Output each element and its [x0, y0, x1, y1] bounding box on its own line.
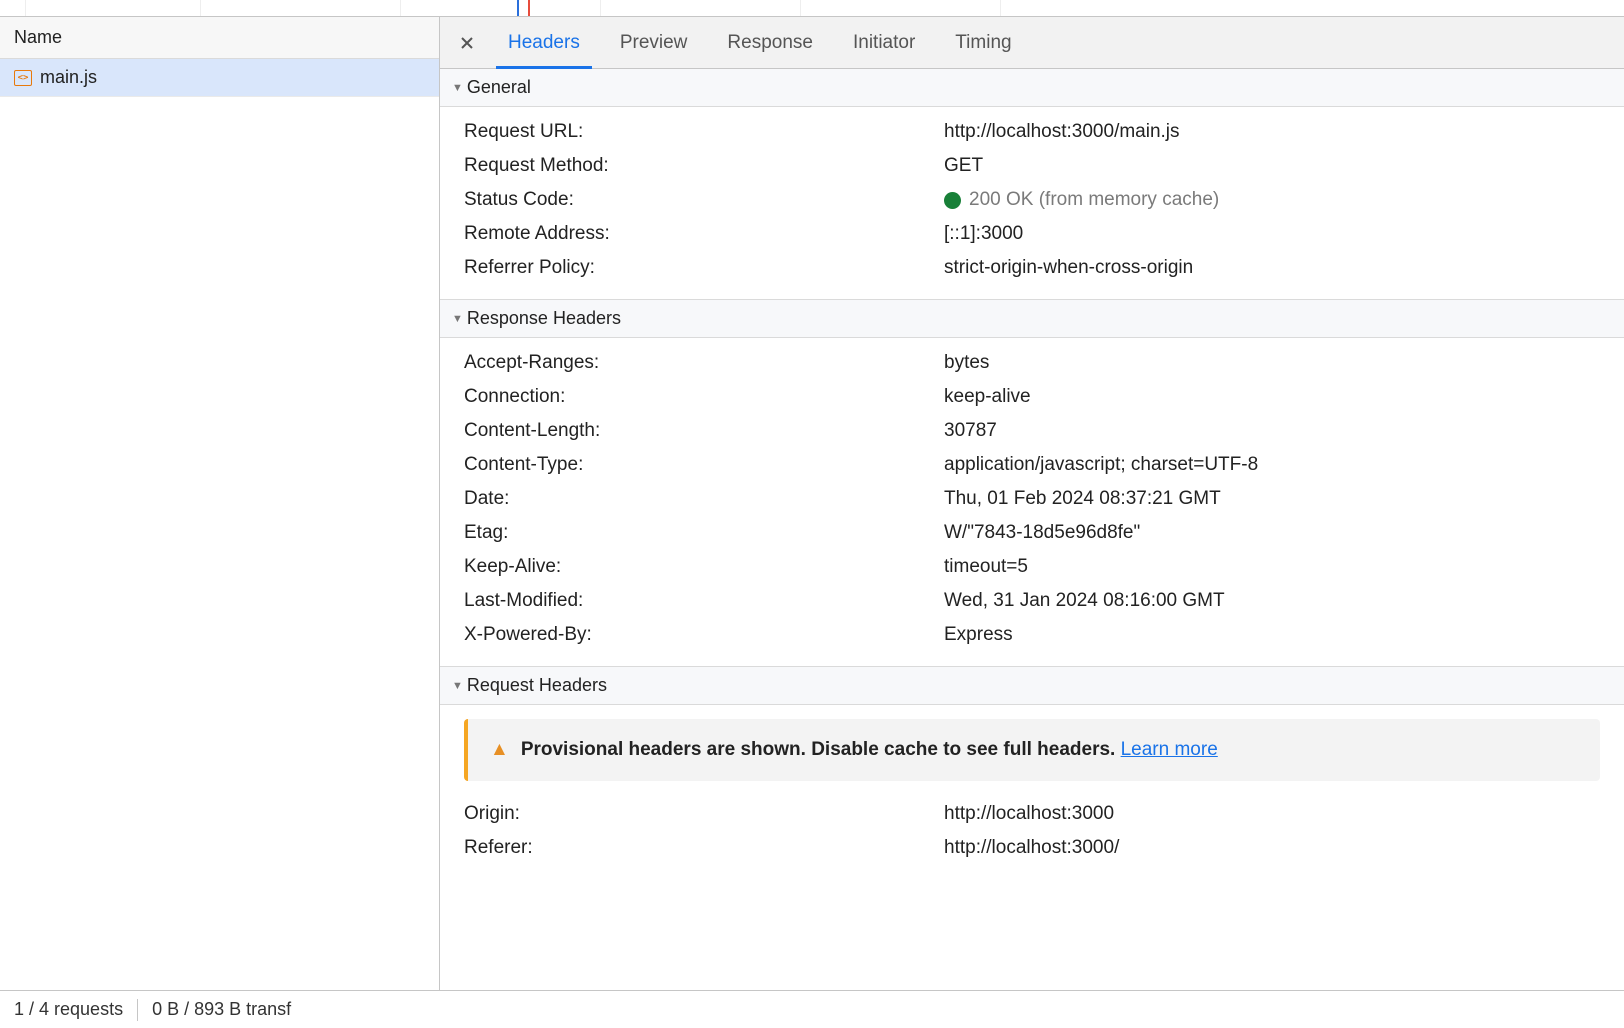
label-last-modified: Last-Modified: — [464, 590, 944, 612]
row-x-powered-by: X-Powered-By: Express — [440, 618, 1624, 652]
close-detail-button[interactable] — [446, 17, 488, 68]
value-keep-alive: timeout=5 — [944, 556, 1624, 578]
label-content-type: Content-Type: — [464, 454, 944, 476]
section-title-request-headers: Request Headers — [467, 675, 607, 696]
label-connection: Connection: — [464, 386, 944, 408]
request-detail-panel: Headers Preview Response Initiator Timin… — [440, 17, 1624, 990]
status-transfer-size: 0 B / 893 B transf — [152, 999, 291, 1020]
row-etag: Etag: W/"7843-18d5e96d8fe" — [440, 516, 1624, 550]
js-file-icon: <> — [14, 70, 32, 86]
value-last-modified: Wed, 31 Jan 2024 08:16:00 GMT — [944, 590, 1624, 612]
status-requests-count: 1 / 4 requests — [14, 999, 123, 1020]
row-remote-address: Remote Address: [::1]:3000 — [440, 217, 1624, 251]
row-keep-alive: Keep-Alive: timeout=5 — [440, 550, 1624, 584]
label-content-length: Content-Length: — [464, 420, 944, 442]
request-list: <> main.js — [0, 59, 439, 990]
request-row-filename: main.js — [40, 67, 97, 88]
request-list-panel: Name <> main.js — [0, 17, 440, 990]
value-origin: http://localhost:3000 — [944, 803, 1624, 825]
detail-tabbar: Headers Preview Response Initiator Timin… — [440, 17, 1624, 69]
disclosure-triangle-icon: ▼ — [452, 82, 463, 94]
warning-text: Provisional headers are shown. Disable c… — [521, 739, 1116, 760]
label-origin: Origin: — [464, 803, 944, 825]
label-accept-ranges: Accept-Ranges: — [464, 352, 944, 374]
headers-content: ▼ General Request URL: http://localhost:… — [440, 69, 1624, 990]
row-accept-ranges: Accept-Ranges: bytes — [440, 346, 1624, 380]
row-connection: Connection: keep-alive — [440, 380, 1624, 414]
row-status-code: Status Code: 200 OK (from memory cache) — [440, 183, 1624, 217]
label-status-code: Status Code: — [464, 189, 944, 211]
timeline-overview[interactable] — [0, 0, 1624, 17]
disclosure-triangle-icon: ▼ — [452, 680, 463, 692]
section-toggle-response-headers[interactable]: ▼ Response Headers — [440, 299, 1624, 338]
label-date: Date: — [464, 488, 944, 510]
row-content-length: Content-Length: 30787 — [440, 414, 1624, 448]
value-referrer-policy: strict-origin-when-cross-origin — [944, 257, 1624, 279]
disclosure-triangle-icon: ▼ — [452, 313, 463, 325]
value-content-length: 30787 — [944, 420, 1624, 442]
close-icon — [459, 35, 475, 51]
status-bar: 1 / 4 requests 0 B / 893 B transf — [0, 990, 1624, 1028]
status-code-text: 200 OK (from memory cache) — [969, 189, 1219, 211]
label-request-url: Request URL: — [464, 121, 944, 143]
label-referrer-policy: Referrer Policy: — [464, 257, 944, 279]
row-last-modified: Last-Modified: Wed, 31 Jan 2024 08:16:00… — [440, 584, 1624, 618]
value-etag: W/"7843-18d5e96d8fe" — [944, 522, 1624, 544]
row-referrer-policy: Referrer Policy: strict-origin-when-cros… — [440, 251, 1624, 285]
section-title-response-headers: Response Headers — [467, 308, 621, 329]
value-remote-address: [::1]:3000 — [944, 223, 1624, 245]
value-connection: keep-alive — [944, 386, 1624, 408]
tab-timing[interactable]: Timing — [935, 17, 1031, 68]
section-toggle-request-headers[interactable]: ▼ Request Headers — [440, 666, 1624, 705]
status-separator — [137, 999, 138, 1021]
row-referer: Referer: http://localhost:3000/ — [440, 831, 1624, 865]
tab-headers[interactable]: Headers — [488, 17, 600, 68]
warning-icon: ▲ — [490, 739, 509, 761]
label-remote-address: Remote Address: — [464, 223, 944, 245]
row-request-method: Request Method: GET — [440, 149, 1624, 183]
row-date: Date: Thu, 01 Feb 2024 08:37:21 GMT — [440, 482, 1624, 516]
provisional-headers-warning: ▲ Provisional headers are shown. Disable… — [464, 719, 1600, 781]
section-toggle-general[interactable]: ▼ General — [440, 69, 1624, 107]
label-etag: Etag: — [464, 522, 944, 544]
tab-response[interactable]: Response — [707, 17, 833, 68]
value-date: Thu, 01 Feb 2024 08:37:21 GMT — [944, 488, 1624, 510]
row-origin: Origin: http://localhost:3000 — [440, 797, 1624, 831]
section-title-general: General — [467, 77, 531, 98]
tab-initiator[interactable]: Initiator — [833, 17, 935, 68]
value-request-url: http://localhost:3000/main.js — [944, 121, 1624, 143]
status-ok-icon — [944, 192, 961, 209]
tab-preview[interactable]: Preview — [600, 17, 708, 68]
row-content-type: Content-Type: application/javascript; ch… — [440, 448, 1624, 482]
label-x-powered-by: X-Powered-By: — [464, 624, 944, 646]
row-request-url: Request URL: http://localhost:3000/main.… — [440, 115, 1624, 149]
value-accept-ranges: bytes — [944, 352, 1624, 374]
learn-more-link[interactable]: Learn more — [1121, 739, 1218, 760]
value-referer: http://localhost:3000/ — [944, 837, 1624, 859]
request-row-main-js[interactable]: <> main.js — [0, 59, 439, 97]
request-list-header-name[interactable]: Name — [0, 17, 439, 59]
value-status-code: 200 OK (from memory cache) — [944, 189, 1624, 211]
value-content-type: application/javascript; charset=UTF-8 — [944, 454, 1624, 476]
value-x-powered-by: Express — [944, 624, 1624, 646]
value-request-method: GET — [944, 155, 1624, 177]
label-keep-alive: Keep-Alive: — [464, 556, 944, 578]
label-referer: Referer: — [464, 837, 944, 859]
label-request-method: Request Method: — [464, 155, 944, 177]
